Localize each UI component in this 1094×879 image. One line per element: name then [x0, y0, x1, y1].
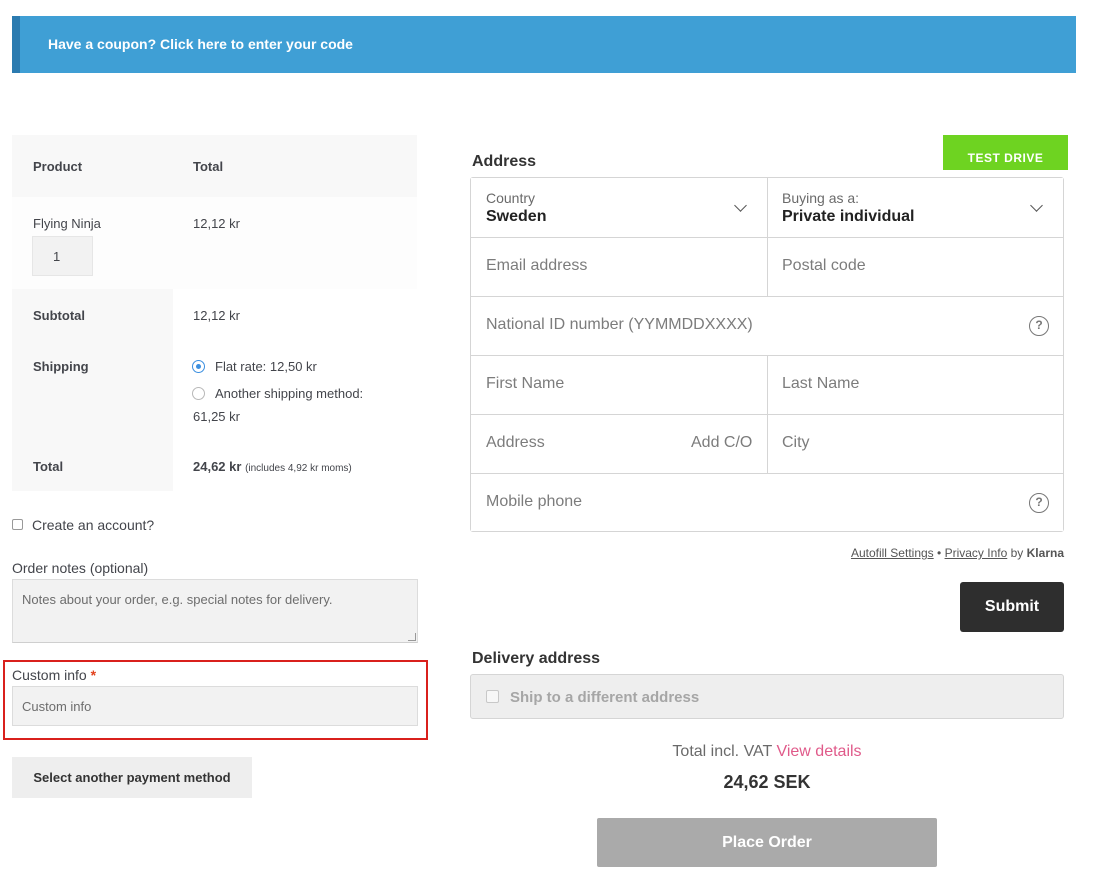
- coupon-banner[interactable]: Have a coupon? Click here to enter your …: [12, 16, 1076, 73]
- place-order-button[interactable]: Place Order: [597, 818, 937, 867]
- national-id-field[interactable]: National ID number (YYMMDDXXXX) ?: [471, 296, 1063, 355]
- divider: [767, 178, 768, 296]
- ship-different-checkbox[interactable]: [486, 690, 499, 703]
- total-incl-vat-label: Total incl. VAT: [672, 743, 773, 760]
- shipping-radio-flat-rate[interactable]: [192, 360, 205, 373]
- email-placeholder: Email address: [486, 257, 588, 274]
- shipping-label: Shipping: [33, 359, 89, 374]
- city-field[interactable]: City: [767, 414, 1063, 473]
- product-name: Flying Ninja: [33, 216, 101, 231]
- item-total: 12,12 kr: [193, 216, 240, 231]
- chevron-down-icon: [1030, 199, 1043, 212]
- mobile-phone-field[interactable]: Mobile phone ?: [471, 473, 1063, 531]
- delivery-address-title: Delivery address: [472, 650, 601, 667]
- quantity-field[interactable]: 1: [32, 236, 93, 276]
- city-placeholder: City: [782, 434, 810, 451]
- country-value: Sweden: [486, 208, 547, 225]
- first-name-field[interactable]: First Name: [471, 355, 767, 414]
- klarna-address-form: Country Sweden Buying as a: Private indi…: [470, 177, 1064, 532]
- shipping-option-another[interactable]: Another shipping method:: [215, 386, 363, 401]
- order-notes-textarea[interactable]: Notes about your order, e.g. special not…: [12, 579, 418, 643]
- buying-as-value: Private individual: [782, 208, 915, 225]
- country-select[interactable]: Country Sweden: [471, 178, 767, 237]
- test-drive-badge[interactable]: TEST DRIVE: [943, 135, 1068, 170]
- first-name-placeholder: First Name: [486, 375, 565, 392]
- custom-info-input[interactable]: Custom info: [12, 686, 418, 726]
- postal-code-placeholder: Postal code: [782, 257, 866, 274]
- separator-bullet: •: [937, 546, 942, 560]
- add-co-link[interactable]: Add C/O: [691, 434, 752, 452]
- last-name-field[interactable]: Last Name: [767, 355, 1063, 414]
- address-placeholder: Address: [486, 434, 545, 451]
- shipping-radio-another[interactable]: [192, 387, 205, 400]
- required-mark: *: [90, 667, 97, 683]
- total-label: Total: [33, 459, 64, 474]
- divider: [471, 296, 1063, 297]
- ship-different-label[interactable]: Ship to a different address: [510, 689, 699, 706]
- total-amount: 24,62 SEK: [723, 772, 811, 792]
- subtotal-label: Subtotal: [33, 308, 85, 323]
- by-text: by: [1010, 546, 1024, 560]
- chevron-down-icon: [734, 199, 747, 212]
- buying-as-label: Buying as a:: [782, 190, 860, 206]
- order-notes-placeholder: Notes about your order, e.g. special not…: [22, 592, 333, 607]
- last-name-placeholder: Last Name: [782, 375, 860, 392]
- address-field[interactable]: Address Add C/O: [471, 414, 767, 473]
- postal-code-field[interactable]: Postal code: [767, 237, 1063, 296]
- mobile-phone-placeholder: Mobile phone: [486, 493, 583, 510]
- help-icon[interactable]: ?: [1029, 316, 1049, 336]
- shipping-option-flat-rate[interactable]: Flat rate: 12,50 kr: [215, 359, 317, 374]
- klarna-brand: Klarna: [1026, 546, 1064, 560]
- address-title: Address: [472, 153, 537, 170]
- column-total: Total: [193, 159, 224, 174]
- column-product: Product: [33, 159, 83, 174]
- privacy-info-link[interactable]: Privacy Info: [945, 546, 1008, 560]
- create-account-checkbox[interactable]: [12, 519, 23, 530]
- coupon-link[interactable]: Have a coupon? Click here to enter your …: [48, 36, 353, 52]
- total-incl-vat: Total incl. VAT View details: [470, 743, 1064, 761]
- national-id-placeholder: National ID number (YYMMDDXXXX): [486, 316, 753, 333]
- divider: [471, 473, 1063, 474]
- submit-button[interactable]: Submit: [960, 582, 1064, 632]
- email-field[interactable]: Email address: [471, 237, 767, 296]
- divider: [767, 355, 768, 473]
- total-value: 24,62 kr (includes 4,92 kr moms): [193, 459, 352, 474]
- custom-info-placeholder: Custom info: [22, 699, 92, 714]
- subtotal-value: 12,12 kr: [193, 308, 240, 323]
- ship-different-address-option[interactable]: Ship to a different address: [470, 674, 1064, 719]
- custom-info-label: Custom info *: [12, 667, 97, 683]
- help-icon[interactable]: ?: [1029, 493, 1049, 513]
- buying-as-select[interactable]: Buying as a: Private individual: [767, 178, 1063, 237]
- autofill-settings-link[interactable]: Autofill Settings: [851, 546, 934, 560]
- select-payment-method-button[interactable]: Select another payment method: [12, 757, 252, 798]
- order-notes-label: Order notes (optional): [12, 560, 149, 576]
- resize-grip-icon[interactable]: [408, 633, 416, 641]
- shipping-option-another-price: 61,25 kr: [193, 409, 240, 424]
- country-label: Country: [486, 190, 536, 206]
- klarna-footer-links: Autofill Settings • Privacy Info by Klar…: [851, 546, 1064, 560]
- tax-note: (includes 4,92 kr moms): [245, 463, 352, 474]
- view-details-link[interactable]: View details: [776, 743, 861, 760]
- create-account-label[interactable]: Create an account?: [32, 517, 154, 533]
